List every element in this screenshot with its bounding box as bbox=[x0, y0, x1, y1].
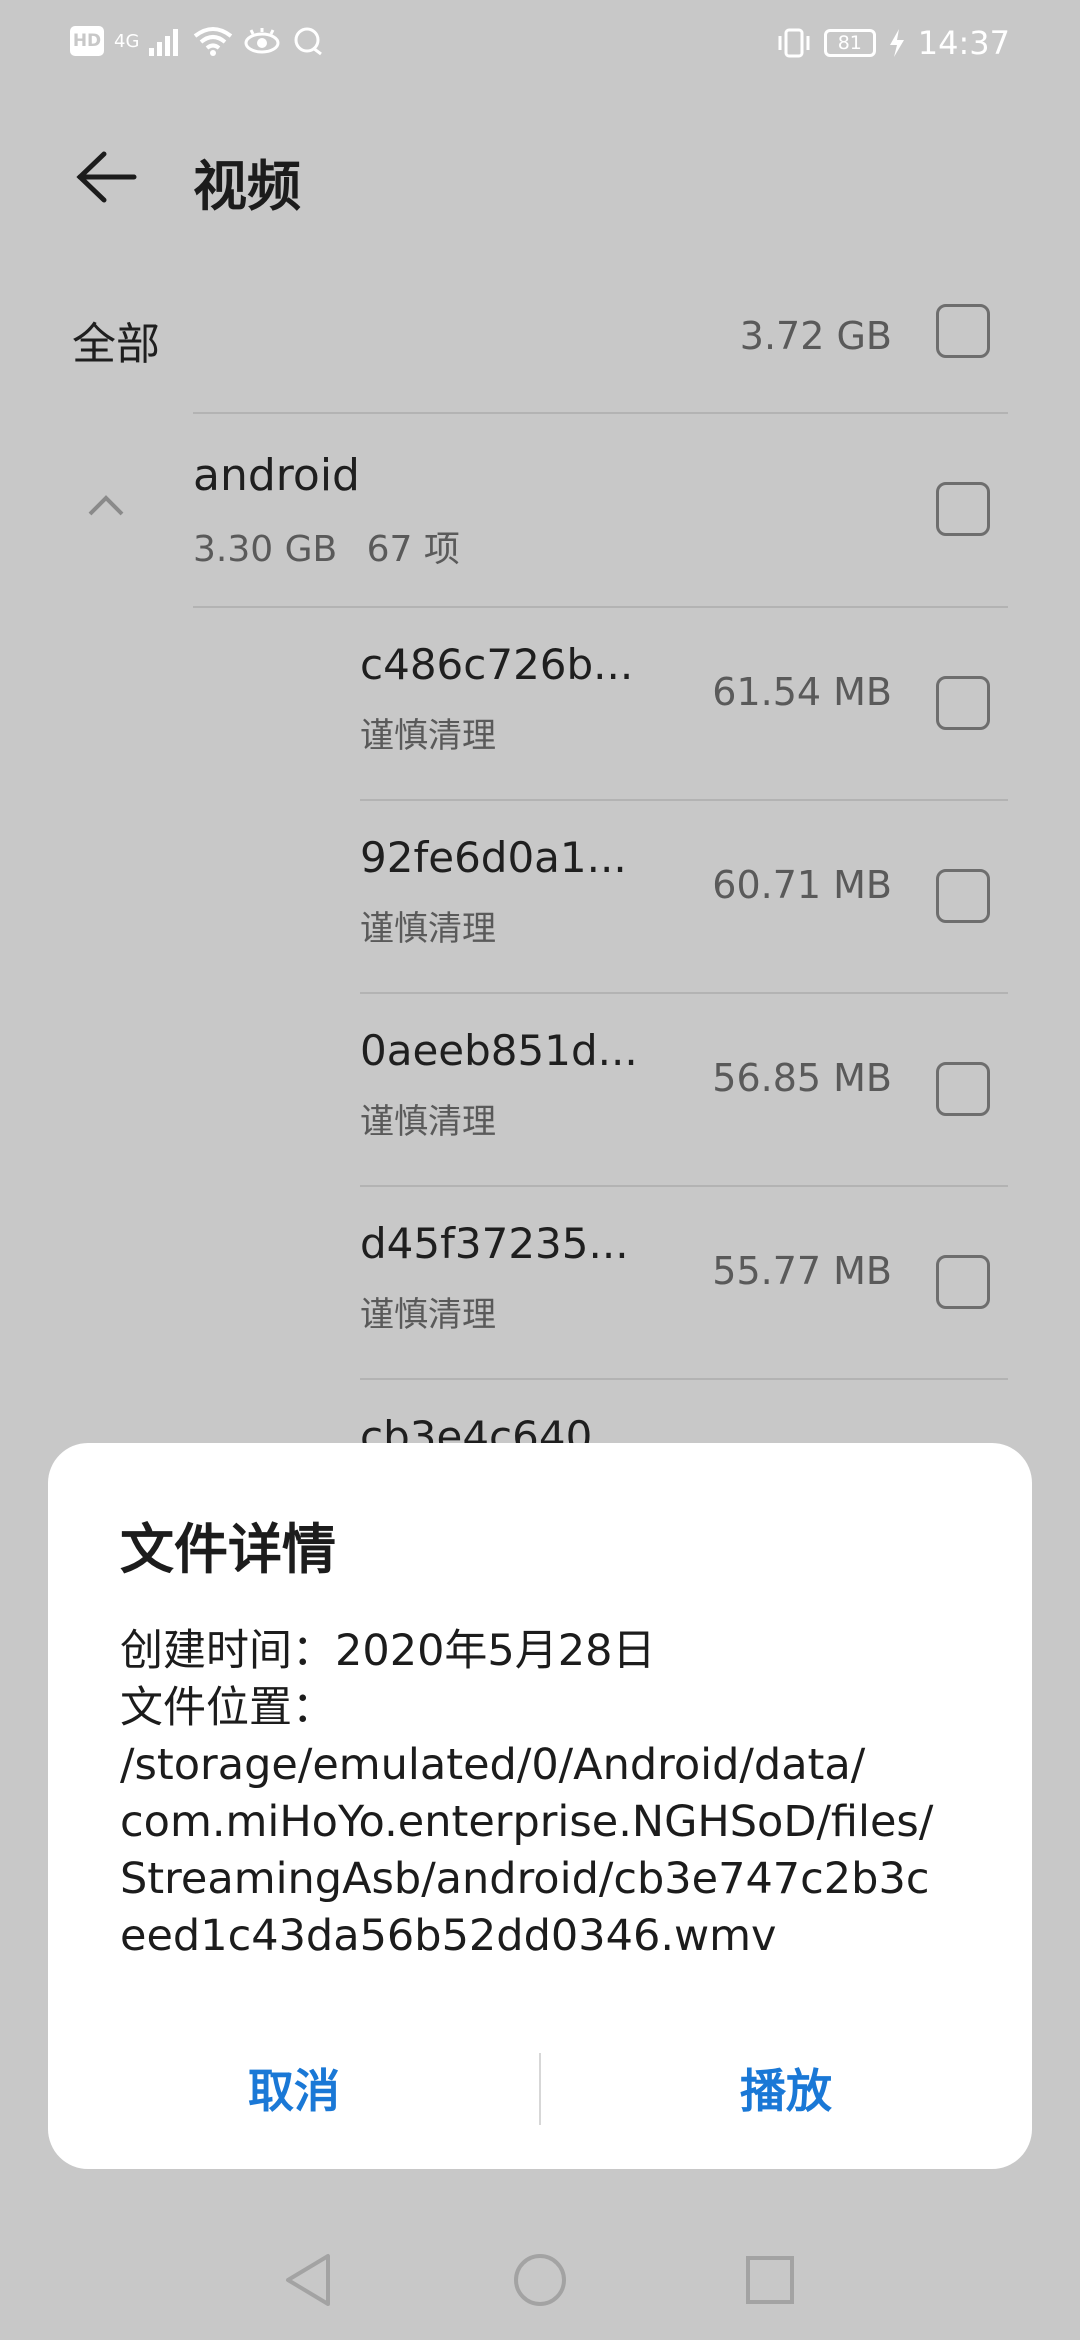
clock: 14:37 bbox=[917, 24, 1010, 62]
system-nav-bar bbox=[0, 2220, 1080, 2340]
file-hint: 谨慎清理 bbox=[360, 1102, 496, 1142]
created-time: 创建时间：2020年5月28日 bbox=[120, 1626, 656, 1676]
battery-indicator: 81 bbox=[823, 29, 876, 57]
path-line: /storage/emulated/0/Android/data/ bbox=[120, 1740, 866, 1790]
message-icon bbox=[294, 27, 323, 56]
file-checkbox[interactable] bbox=[936, 1062, 990, 1116]
file-name: d45f37235... bbox=[360, 1219, 629, 1268]
dialog-title: 文件详情 bbox=[120, 1518, 336, 1581]
file-checkbox[interactable] bbox=[936, 676, 990, 730]
play-button[interactable]: 播放 bbox=[540, 2043, 1032, 2133]
select-all-row[interactable]: 全部 3.72 GB bbox=[0, 280, 1080, 400]
vibrate-icon bbox=[778, 28, 810, 58]
file-name: c486c726b... bbox=[360, 640, 634, 689]
divider bbox=[193, 412, 1008, 414]
folder-count: 67 项 bbox=[366, 529, 460, 570]
triangle-back-icon[interactable] bbox=[270, 2240, 350, 2320]
app-bar: 视频 bbox=[0, 120, 1080, 230]
page-title: 视频 bbox=[193, 155, 301, 218]
status-right: 81 14:37 bbox=[776, 24, 1010, 62]
file-checkbox[interactable] bbox=[936, 1255, 990, 1309]
list-item[interactable]: d45f37235... 谨慎清理 55.77 MB bbox=[0, 1187, 1080, 1380]
dialog-body: 创建时间：2020年5月28日 文件位置： /storage/emulated/… bbox=[120, 1623, 1000, 1965]
file-name: 0aeeb851d... bbox=[360, 1026, 638, 1075]
back-arrow-icon bbox=[76, 151, 137, 203]
total-size: 3.72 GB bbox=[739, 314, 892, 358]
status-left: HD 4G bbox=[70, 26, 325, 56]
file-hint: 谨慎清理 bbox=[360, 909, 496, 949]
folder-size: 3.30 GB bbox=[193, 529, 338, 570]
select-all-checkbox[interactable] bbox=[936, 304, 990, 358]
list-item[interactable]: 92fe6d0a1... 谨慎清理 60.71 MB bbox=[0, 801, 1080, 994]
path-line: com.miHoYo.enterprise.NGHSoD/files/ bbox=[120, 1797, 934, 1847]
file-size: 56.85 MB bbox=[712, 1056, 892, 1100]
folder-checkbox[interactable] bbox=[936, 482, 990, 536]
back-button[interactable] bbox=[70, 142, 140, 212]
folder-name: android bbox=[193, 450, 360, 501]
file-checkbox[interactable] bbox=[936, 869, 990, 923]
location-label: 文件位置： bbox=[120, 1683, 335, 1733]
circle-home-icon[interactable] bbox=[500, 2240, 580, 2320]
network-type: 4G bbox=[114, 30, 140, 52]
file-size: 55.77 MB bbox=[712, 1249, 892, 1293]
signal-icon bbox=[149, 29, 179, 56]
path-line: StreamingAsb/android/cb3e747c2b3c bbox=[120, 1854, 930, 1904]
list-item[interactable]: 0aeeb851d... 谨慎清理 56.85 MB bbox=[0, 994, 1080, 1187]
list-item[interactable]: c486c726b... 谨慎清理 61.54 MB bbox=[0, 608, 1080, 801]
file-hint: 谨慎清理 bbox=[360, 716, 496, 756]
status-bar: HD 4G 81 14:37 bbox=[0, 0, 1080, 90]
hd-badge: HD bbox=[70, 26, 104, 56]
cancel-button[interactable]: 取消 bbox=[48, 2043, 540, 2133]
file-hint: 谨慎清理 bbox=[360, 1295, 496, 1335]
square-recent-icon[interactable] bbox=[730, 2240, 810, 2320]
eye-comfort-icon bbox=[244, 28, 280, 54]
chevron-up-icon[interactable] bbox=[86, 490, 126, 520]
select-all-label: 全部 bbox=[72, 319, 160, 370]
file-details-dialog: 文件详情 创建时间：2020年5月28日 文件位置： /storage/emul… bbox=[48, 1443, 1032, 2169]
folder-group-android[interactable]: android 3.30 GB 67 项 bbox=[0, 420, 1080, 610]
folder-meta: 3.30 GB 67 项 bbox=[193, 520, 460, 572]
file-size: 60.71 MB bbox=[712, 863, 892, 907]
charging-icon bbox=[889, 29, 904, 57]
dialog-buttons: 取消 播放 bbox=[48, 2043, 1032, 2133]
path-line: eed1c43da56b52dd0346.wmv bbox=[120, 1911, 777, 1961]
file-name: 92fe6d0a1... bbox=[360, 833, 627, 882]
wifi-icon bbox=[194, 27, 233, 56]
file-size: 61.54 MB bbox=[712, 670, 892, 714]
